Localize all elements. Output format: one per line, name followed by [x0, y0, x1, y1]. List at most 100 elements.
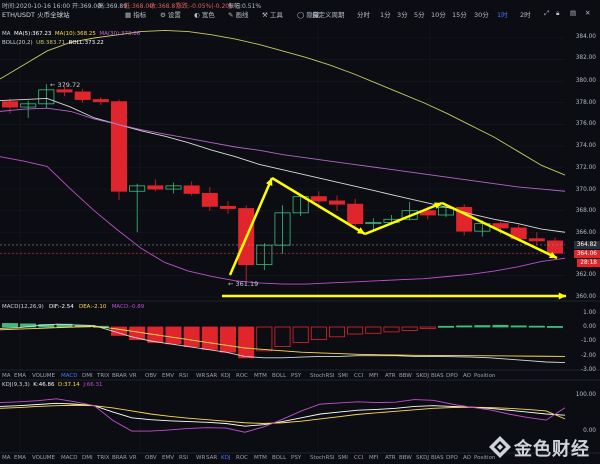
- last-close-label: 364.82: [573, 241, 600, 249]
- indicator-tab-boll[interactable]: BOLL: [272, 373, 286, 379]
- axis-380: 380.00: [575, 78, 596, 84]
- indicator-tab-vr[interactable]: VR: [129, 455, 137, 461]
- kdj-j-line: [0, 398, 566, 433]
- indicator-tab-cci[interactable]: CCI: [354, 455, 363, 461]
- ma-legend: MA MA(5):367.23 MA(10):368.25 MA(30):373…: [2, 31, 141, 37]
- kdj-legend: KDJ(9,3,3) K:46.86 D:37.14 J:66.31: [2, 382, 103, 388]
- macd-bar: [528, 325, 545, 328]
- axis-368: 368.00: [575, 208, 596, 214]
- price-chart[interactable]: [0, 0, 600, 464]
- macd-bar: [201, 326, 218, 350]
- indicator-tab-ao[interactable]: AO: [463, 455, 471, 461]
- indicator-tab-kdj[interactable]: KDJ: [221, 455, 230, 461]
- indicator-tab-dmi[interactable]: DMI: [82, 373, 93, 379]
- macd-axis-m2: -2.00: [581, 353, 596, 359]
- macd-dea-line: [0, 325, 566, 357]
- indicator-tab-wr[interactable]: WR: [196, 455, 205, 461]
- indicator-tab-bias[interactable]: BIAS: [431, 455, 444, 461]
- axis-372: 372.00: [575, 165, 596, 171]
- indicator-tab-kdj[interactable]: KDJ: [221, 373, 230, 379]
- indicator-tab-emv[interactable]: EMV: [162, 455, 174, 461]
- indicator-tab-volume[interactable]: VOLUME: [32, 455, 55, 461]
- macd-bar: [401, 326, 418, 331]
- macd-bar: [256, 326, 273, 352]
- indicator-tab-obv[interactable]: OBV: [145, 373, 157, 379]
- indicator-tab-rsi[interactable]: RSI: [179, 455, 188, 461]
- indicator-tab-atr[interactable]: ATR: [385, 373, 396, 379]
- indicator-tab-mtm[interactable]: MTM: [254, 373, 267, 379]
- indicator-tab-trix[interactable]: TRIX: [97, 455, 110, 461]
- macd-bar: [492, 324, 509, 328]
- candle-body: [219, 205, 236, 209]
- indicator-tab-smi[interactable]: SMI: [338, 455, 348, 461]
- indicator-tab-mfi[interactable]: MFI: [369, 455, 379, 461]
- macd-bar: [328, 326, 345, 338]
- indicator-tab-mfi[interactable]: MFI: [369, 373, 379, 379]
- indicator-tab-boll[interactable]: BOLL: [272, 455, 286, 461]
- candle-body: [92, 99, 109, 103]
- macd-bar: [274, 326, 291, 348]
- indicator-tab-bbw[interactable]: BBW: [399, 455, 412, 461]
- indicator-tab-dpo[interactable]: DPO: [446, 455, 458, 461]
- indicator-tab-rsi[interactable]: RSI: [179, 373, 188, 379]
- indicator-tab-skdj[interactable]: SKDJ: [416, 455, 429, 461]
- candle-body: [56, 89, 73, 93]
- indicator-tab-volume[interactable]: VOLUME: [32, 373, 55, 379]
- indicator-tab-ao[interactable]: AO: [463, 373, 471, 379]
- indicator-tab-brar[interactable]: BRAR: [112, 455, 127, 461]
- indicator-tab-dpo[interactable]: DPO: [446, 373, 458, 379]
- macd-bar: [292, 326, 309, 343]
- indicator-tab-roc[interactable]: ROC: [236, 373, 248, 379]
- indicator-tab-sar[interactable]: SAR: [206, 373, 217, 379]
- indicator-tab-wr[interactable]: WR: [196, 373, 205, 379]
- indicator-tab-position[interactable]: Position: [474, 373, 495, 379]
- macd-bar: [310, 326, 327, 341]
- indicator-tab-ma[interactable]: MA: [2, 455, 11, 461]
- indicator-tab-trix[interactable]: TRIX: [97, 373, 110, 379]
- indicator-tab-emv[interactable]: EMV: [162, 373, 174, 379]
- candle-body: [310, 196, 327, 202]
- axis-366: 366.00: [575, 230, 596, 236]
- indicator-tab-dmi[interactable]: DMI: [82, 455, 93, 461]
- indicator-tab-skdj[interactable]: SKDJ: [416, 373, 429, 379]
- indicator-tab-macd[interactable]: MACD: [61, 455, 78, 461]
- macd-bar: [547, 326, 564, 328]
- indicator-tab-psy[interactable]: PSY: [291, 373, 301, 379]
- indicator-tab-bbw[interactable]: BBW: [399, 373, 412, 379]
- macd-bar: [165, 326, 182, 345]
- indicator-tab-cci[interactable]: CCI: [354, 373, 363, 379]
- axis-382: 382.00: [575, 55, 596, 61]
- macd-legend: MACD(12,26,9) DIF:-2.54 DEA:-2.10 MACD:-…: [2, 304, 145, 310]
- indicator-tab-stochrsi[interactable]: StochRSI: [310, 373, 334, 379]
- indicator-tab-psy[interactable]: PSY: [291, 455, 301, 461]
- axis-370: 370.00: [575, 187, 596, 193]
- indicator-tab-ema[interactable]: EMA: [14, 373, 26, 379]
- jinse-logo-icon: [489, 436, 511, 458]
- indicator-tab-ema[interactable]: EMA: [14, 455, 26, 461]
- indicator-tab-macd[interactable]: MACD: [61, 373, 78, 379]
- macd-bar: [510, 325, 527, 328]
- boll-legend: BOLL(20,2) UB:383.71 BOLL:373.22: [2, 40, 104, 46]
- indicator-tab-bias[interactable]: BIAS: [431, 373, 444, 379]
- macd-axis-1: 1.00: [583, 310, 596, 316]
- indicator-tab-ma[interactable]: MA: [2, 373, 11, 379]
- axis-376: 376.00: [575, 121, 596, 127]
- indicator-tab-smi[interactable]: SMI: [338, 373, 348, 379]
- indicator-tab-vr[interactable]: VR: [129, 373, 137, 379]
- candle-body: [347, 203, 364, 225]
- indicator-tab-stochrsi[interactable]: StochRSI: [310, 455, 334, 461]
- candle-body: [201, 192, 218, 207]
- indicator-tab-sar[interactable]: SAR: [206, 455, 217, 461]
- low-annotation: ← 361.19: [228, 280, 259, 288]
- arrow-up-2: [364, 201, 443, 236]
- watermark: 金色财经: [488, 431, 598, 461]
- macd-bar: [437, 325, 454, 328]
- indicator-tab-brar[interactable]: BRAR: [112, 373, 127, 379]
- indicator-tab-obv[interactable]: OBV: [145, 455, 157, 461]
- indicator-tab-mtm[interactable]: MTM: [254, 455, 267, 461]
- indicator-tab-roc[interactable]: ROC: [236, 455, 248, 461]
- macd-bar: [365, 326, 382, 334]
- high-annotation: ← 379.72: [50, 81, 81, 89]
- indicator-tab-atr[interactable]: ATR: [385, 455, 396, 461]
- candle-body: [111, 101, 128, 192]
